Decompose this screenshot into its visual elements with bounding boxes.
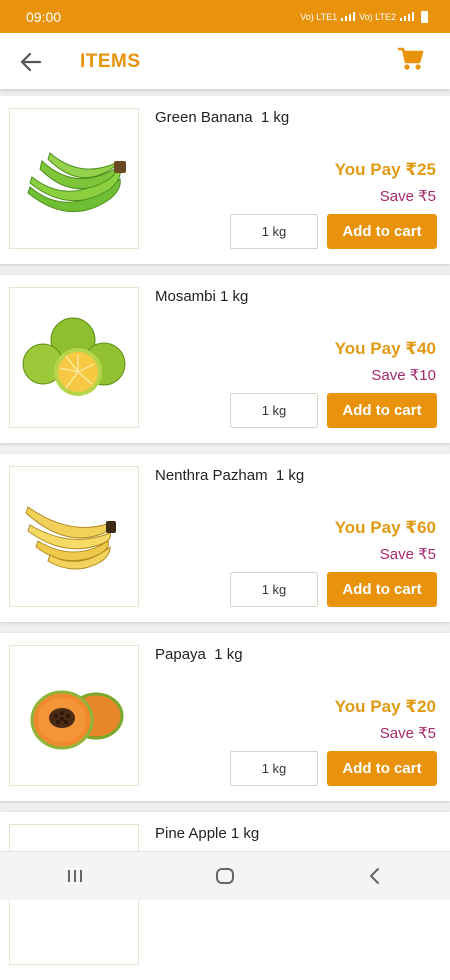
page-title: ITEMS (80, 51, 141, 72)
quantity-selector[interactable]: 1 kg (230, 214, 318, 249)
item-image-mosambi[interactable] (9, 287, 139, 428)
quantity-selector[interactable]: 1 kg (230, 572, 318, 607)
signal-icon-2 (400, 12, 414, 21)
recents-button[interactable] (55, 856, 95, 896)
arrow-left-icon (20, 52, 42, 72)
item-savings: Save ₹10 (371, 367, 436, 384)
item-image-nenthra-pazham[interactable] (9, 466, 139, 607)
system-nav-bar (0, 851, 450, 900)
item-price: You Pay ₹20 (334, 697, 436, 716)
yellow-banana-image (25, 506, 116, 570)
item-savings: Save ₹5 (379, 546, 436, 563)
add-to-cart-button[interactable]: Add to cart (327, 214, 437, 249)
item-price: You Pay ₹25 (334, 160, 436, 179)
item-name: Pine Apple 1 kg (155, 825, 260, 842)
status-icons: Vo) LTE1 Vo) LTE2 (300, 10, 428, 23)
chevron-left-icon (370, 868, 379, 884)
green-banana-image (27, 152, 126, 212)
item-card: Mosambi 1 kg You Pay ₹40 Save ₹10 1 kg A… (0, 275, 450, 443)
nav-back-button[interactable] (355, 856, 395, 896)
item-name: Mosambi 1 kg (155, 288, 249, 305)
home-button[interactable] (205, 856, 245, 896)
cart-button[interactable] (396, 45, 426, 73)
item-card: Green Banana 1 kg You Pay ₹25 Save ₹5 1 … (0, 96, 450, 264)
item-price: You Pay ₹60 (334, 518, 436, 537)
home-icon (216, 868, 234, 884)
status-time: 09:00 (26, 8, 62, 25)
item-card: Papaya 1 kg You Pay ₹20 Save ₹5 1 kg Add… (0, 633, 450, 801)
back-button[interactable] (18, 49, 44, 75)
item-name: Papaya 1 kg (155, 646, 243, 663)
network-2-label: Vo) LTE2 (359, 11, 396, 22)
item-image-green-banana[interactable] (9, 108, 139, 249)
item-image-papaya[interactable] (9, 645, 139, 786)
item-savings: Save ₹5 (379, 725, 436, 742)
quantity-selector[interactable]: 1 kg (230, 393, 318, 428)
item-savings: Save ₹5 (379, 188, 436, 205)
signal-icon (341, 12, 356, 21)
item-card: Nenthra Pazham 1 kg You Pay ₹60 Save ₹5 … (0, 454, 450, 622)
add-to-cart-button[interactable]: Add to cart (327, 751, 437, 786)
item-price: You Pay ₹40 (334, 339, 436, 358)
item-name: Nenthra Pazham 1 kg (155, 467, 305, 484)
app-bar: ITEMS (0, 33, 450, 89)
item-name: Green Banana 1 kg (155, 109, 290, 126)
add-to-cart-button[interactable]: Add to cart (327, 393, 437, 428)
network-1-label: Vo) LTE1 (300, 11, 338, 22)
battery-icon (421, 10, 428, 23)
recents-icon (68, 870, 82, 882)
mosambi-image (22, 317, 126, 396)
quantity-selector[interactable]: 1 kg (230, 751, 318, 786)
add-to-cart-button[interactable]: Add to cart (327, 572, 437, 607)
shopping-cart-icon (398, 47, 424, 70)
status-bar: 09:00 Vo) LTE1 Vo) LTE2 (0, 0, 450, 33)
papaya-image (30, 690, 124, 750)
